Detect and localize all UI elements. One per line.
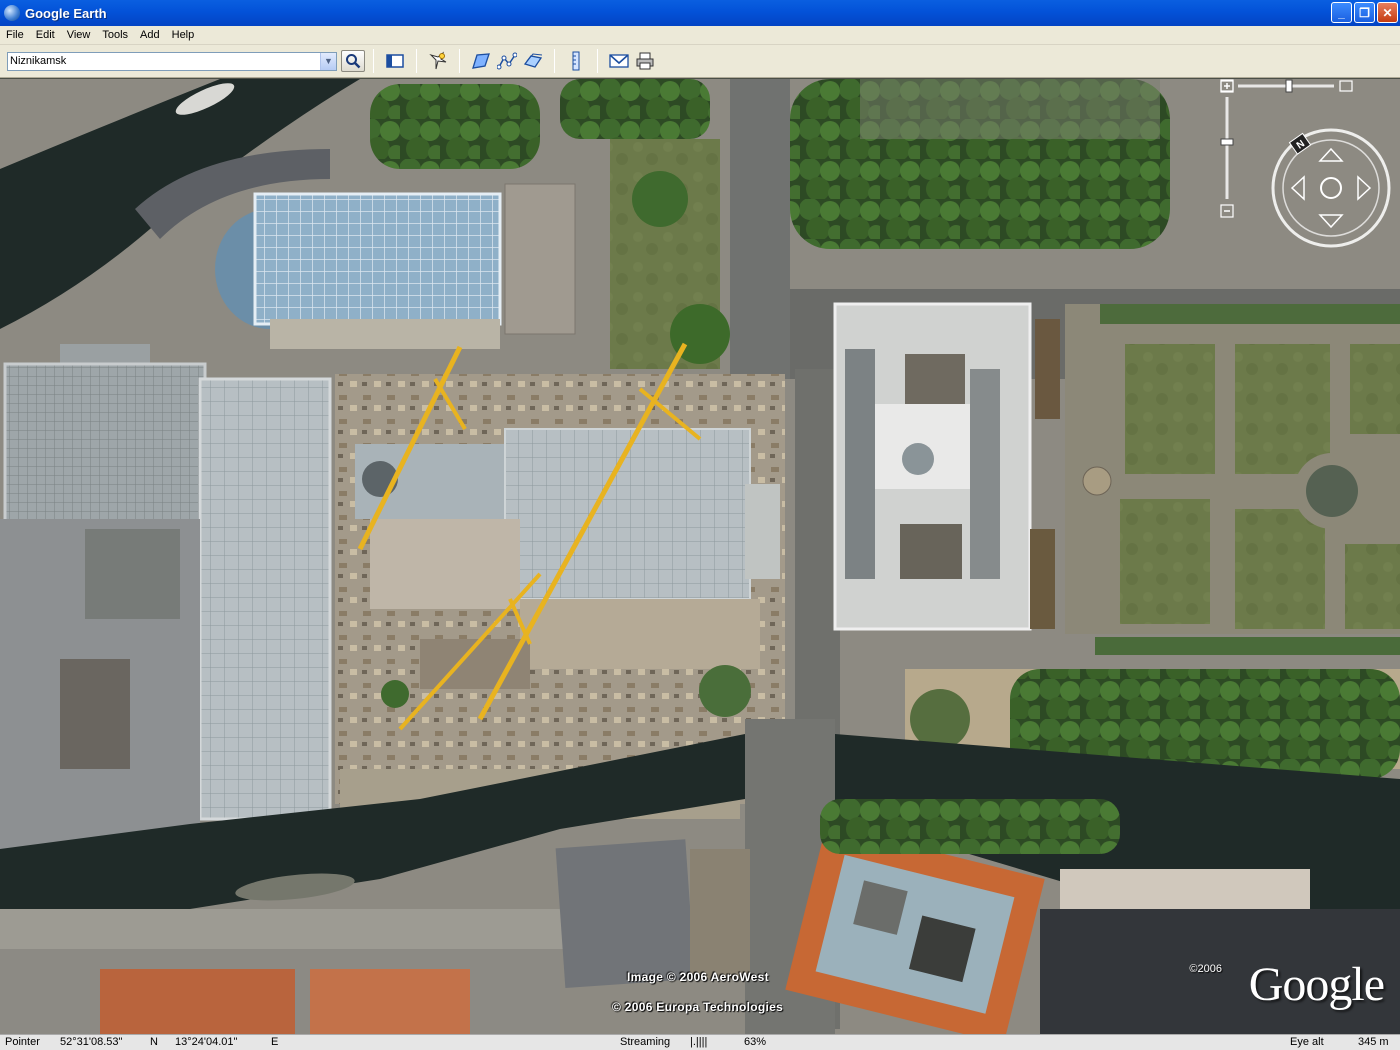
logo-copyright: ©2006 — [1189, 963, 1222, 975]
restore-button[interactable]: ❐ — [1354, 2, 1375, 23]
toolbar-separator — [373, 49, 374, 73]
pointer-label: Pointer — [5, 1036, 40, 1048]
add-image-overlay-button[interactable] — [521, 49, 545, 73]
menu-add[interactable]: Add — [134, 29, 166, 41]
toolbar-separator — [597, 49, 598, 73]
toolbar-separator — [554, 49, 555, 73]
placemark-icon — [429, 51, 447, 70]
google-earth-app-icon[interactable] — [4, 5, 20, 21]
eye-alt-value: 345 m — [1358, 1036, 1389, 1048]
window-controls: _ ❐ ✕ — [1331, 2, 1398, 23]
path-icon — [497, 52, 517, 70]
navigation-controls: N — [1220, 79, 1400, 279]
zoom-slider-handle[interactable] — [1220, 138, 1234, 146]
add-path-button[interactable] — [495, 49, 519, 73]
streaming-progress-bar: |.|||| — [690, 1036, 708, 1048]
email-button[interactable] — [607, 49, 631, 73]
pointer-longitude: 13°24'04.01" — [175, 1036, 238, 1048]
add-polygon-button[interactable] — [469, 49, 493, 73]
toolbar: ▼ — [0, 45, 1400, 78]
google-logo: Google — [1248, 958, 1385, 1011]
chevron-down-icon[interactable]: ▼ — [320, 52, 336, 70]
streaming-label: Streaming — [620, 1036, 671, 1048]
toolbar-separator — [416, 49, 417, 73]
menu-bar: File Edit View Tools Add Help — [0, 26, 1400, 45]
title-bar: Google Earth _ ❐ ✕ — [0, 0, 1400, 26]
window-title: Google Earth — [25, 5, 107, 21]
ruler-icon — [572, 51, 580, 71]
look-joystick[interactable]: N — [1270, 127, 1392, 249]
search-icon — [346, 54, 361, 69]
longitude-direction: E — [271, 1036, 279, 1048]
menu-view[interactable]: View — [61, 29, 97, 41]
menu-help[interactable]: Help — [166, 29, 201, 41]
menu-edit[interactable]: Edit — [30, 29, 61, 41]
search-button[interactable] — [341, 50, 365, 72]
close-icon: ✕ — [1382, 5, 1393, 20]
minimize-button[interactable]: _ — [1331, 2, 1352, 23]
print-icon — [636, 52, 654, 70]
restore-icon: ❐ — [1359, 5, 1370, 20]
eye-alt-label: Eye alt — [1290, 1036, 1324, 1048]
up-arrow-icon[interactable] — [1318, 147, 1344, 162]
menu-tools[interactable]: Tools — [96, 29, 134, 41]
status-bar: Pointer 52°31'08.53" N 13°24'04.01" E St… — [0, 1034, 1400, 1050]
streaming-percent: 63% — [744, 1036, 767, 1048]
left-arrow-icon[interactable] — [1290, 175, 1305, 201]
sidebar-toggle-button[interactable] — [383, 49, 407, 73]
add-placemark-button[interactable] — [426, 49, 450, 73]
sidebar-icon — [386, 54, 404, 68]
minimize-icon: _ — [1338, 5, 1345, 20]
data-attribution: © 2006 Europa Technologies — [612, 1000, 784, 1014]
pointer-latitude: 52°31'08.53" — [60, 1036, 123, 1048]
map-viewport[interactable]: N Image © 2006 AeroWest © 2006 Europa Te… — [0, 79, 1400, 1034]
tilt-slider[interactable] — [1220, 79, 1354, 93]
tilt-slider-handle[interactable] — [1285, 79, 1293, 93]
search-input[interactable] — [8, 55, 318, 67]
close-button[interactable]: ✕ — [1377, 2, 1398, 23]
satellite-imagery — [0, 79, 1400, 1034]
zoom-slider[interactable] — [1220, 79, 1234, 219]
image-attribution: Image © 2006 AeroWest — [627, 970, 769, 984]
print-button[interactable] — [633, 49, 657, 73]
latitude-direction: N — [150, 1036, 158, 1048]
down-arrow-icon[interactable] — [1318, 214, 1344, 229]
right-arrow-icon[interactable] — [1357, 175, 1372, 201]
email-icon — [609, 54, 629, 68]
ruler-button[interactable] — [564, 49, 588, 73]
image-overlay-icon — [523, 53, 543, 68]
polygon-icon — [472, 53, 490, 69]
menu-file[interactable]: File — [0, 29, 30, 41]
toolbar-separator — [459, 49, 460, 73]
search-combobox[interactable]: ▼ — [7, 51, 337, 71]
